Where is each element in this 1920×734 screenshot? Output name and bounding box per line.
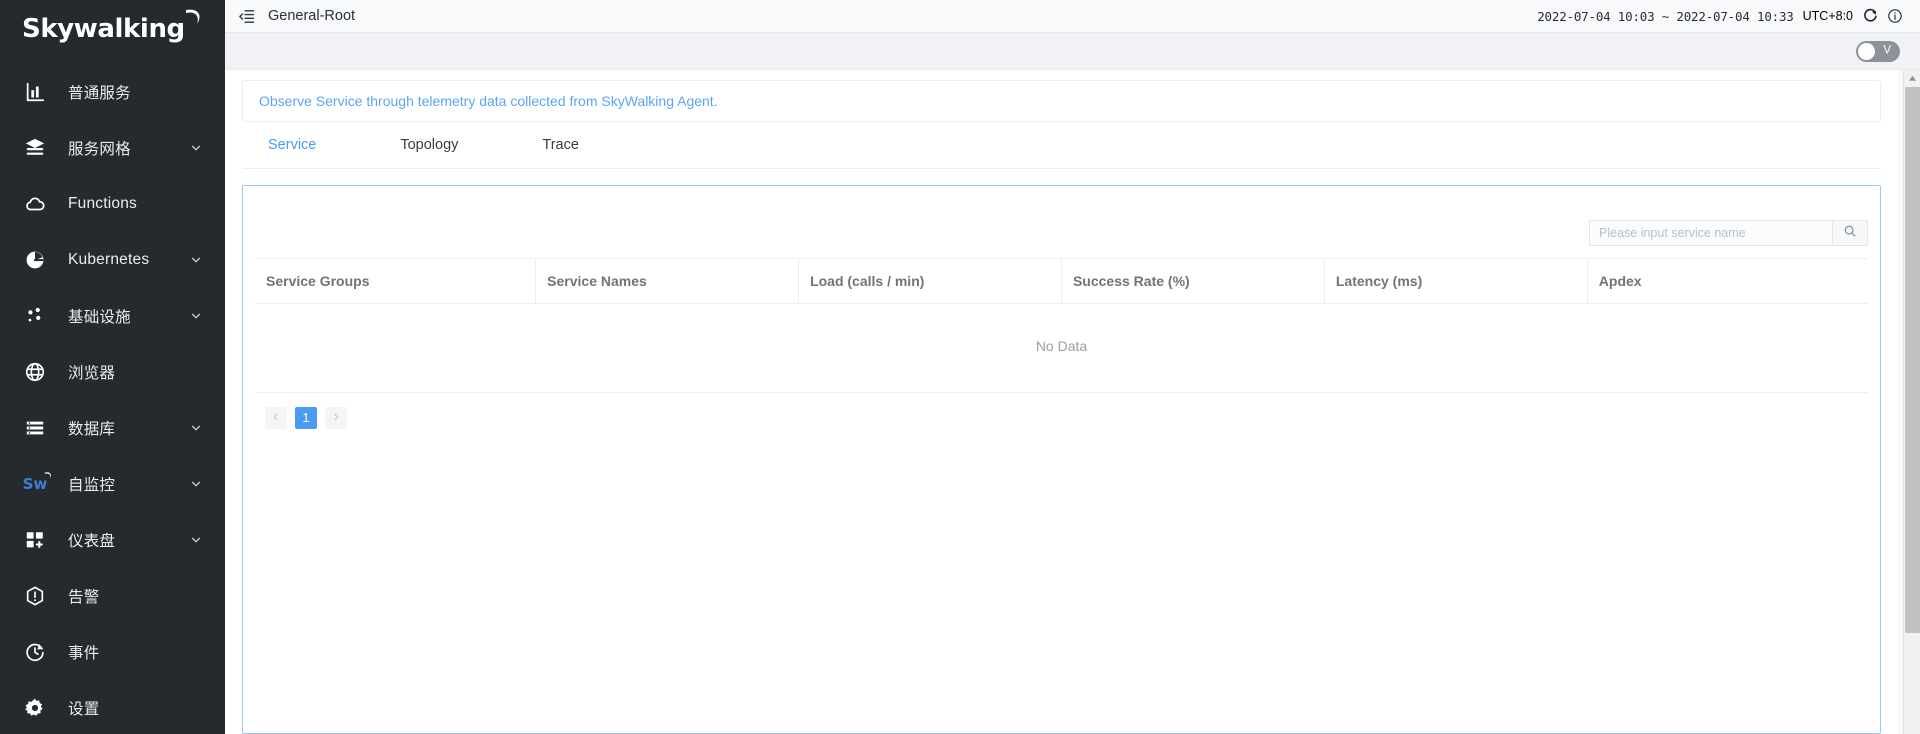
column-service-groups[interactable]: Service Groups <box>255 259 536 304</box>
chart-bar-icon <box>22 79 48 105</box>
view-toggle-row: V <box>225 33 1920 70</box>
column-service-names[interactable]: Service Names <box>536 259 799 304</box>
scrollbar-track[interactable] <box>1904 87 1920 734</box>
tab-topology[interactable]: Topology <box>382 122 476 168</box>
chevron-left-icon <box>271 411 281 425</box>
scrollbar-thumb[interactable] <box>1905 87 1920 633</box>
sidebar-item-label: 浏览器 <box>68 361 115 383</box>
sidebar-item-service-mesh[interactable]: 服务网格 <box>0 120 225 176</box>
gear-icon <box>22 695 48 721</box>
globe-icon <box>22 359 48 385</box>
sidebar-item-self-observability[interactable]: Sw 自监控 <box>0 456 225 512</box>
chevron-down-icon[interactable] <box>189 477 203 491</box>
sidebar-item-database[interactable]: 数据库 <box>0 400 225 456</box>
brand-logo[interactable]: Skywalking <box>0 0 225 58</box>
column-success-rate[interactable]: Success Rate (%) <box>1061 259 1324 304</box>
switch-knob <box>1858 43 1875 60</box>
table-body: No Data <box>255 304 1868 393</box>
database-list-icon <box>22 415 48 441</box>
chevron-down-icon[interactable] <box>189 421 203 435</box>
search-icon <box>1843 224 1857 243</box>
table-header: Service Groups Service Names Load (calls… <box>255 259 1868 304</box>
column-latency[interactable]: Latency (ms) <box>1324 259 1587 304</box>
content-column: Observe Service through telemetry data c… <box>225 70 1898 734</box>
table-empty-row: No Data <box>255 304 1868 393</box>
skywalking-sw-icon: Sw <box>22 471 48 497</box>
search-row <box>255 186 1868 258</box>
pagination-prev-button[interactable] <box>265 407 287 429</box>
description-text: Observe Service through telemetry data c… <box>259 93 718 109</box>
switch-label: V <box>1883 45 1891 57</box>
vertical-scrollbar[interactable] <box>1903 70 1920 734</box>
page-title: General-Root <box>268 8 355 24</box>
pagination: 1 <box>255 393 1868 429</box>
brand-title: Skywalking <box>22 14 185 44</box>
tab-service[interactable]: Service <box>250 122 334 168</box>
sidebar-item-label: 仪表盘 <box>68 529 115 551</box>
search-input[interactable] <box>1589 220 1832 246</box>
skywalking-swoosh-logo-icon <box>182 7 204 34</box>
alarm-exclamation-icon <box>22 583 48 609</box>
sidebar: Skywalking 普通服务 <box>0 0 225 734</box>
info-circle-icon[interactable] <box>1887 8 1903 24</box>
sidebar-item-label: Kubernetes <box>68 251 149 269</box>
chevron-right-icon <box>331 411 341 425</box>
event-clock-icon <box>22 639 48 665</box>
kubernetes-pie-icon <box>22 247 48 273</box>
no-data-text: No Data <box>255 304 1868 393</box>
description-banner: Observe Service through telemetry data c… <box>242 80 1881 122</box>
sidebar-item-label: 普通服务 <box>68 81 131 103</box>
sidebar-item-event[interactable]: 事件 <box>0 624 225 680</box>
chevron-down-icon[interactable] <box>189 141 203 155</box>
service-table: Service Groups Service Names Load (calls… <box>255 258 1868 393</box>
pagination-next-button[interactable] <box>325 407 347 429</box>
dashboard-grid-plus-icon <box>22 527 48 553</box>
timezone-label: UTC+8:0 <box>1803 9 1853 23</box>
sidebar-item-alarm[interactable]: 告警 <box>0 568 225 624</box>
skywalking-app: Skywalking 普通服务 <box>0 0 1920 734</box>
search-button[interactable] <box>1832 220 1868 246</box>
sidebar-item-label: 自监控 <box>68 473 115 495</box>
pagination-page-1[interactable]: 1 <box>295 407 317 429</box>
scroll-up-arrow-icon[interactable] <box>1904 70 1920 87</box>
sidebar-item-functions[interactable]: Functions <box>0 176 225 232</box>
tab-bar: Service Topology Trace <box>242 122 1881 169</box>
nodes-icon <box>22 303 48 329</box>
time-range-picker[interactable]: 2022-07-04 10:03 ~ 2022-07-04 10:33 <box>1537 9 1793 24</box>
top-header: General-Root 2022-07-04 10:03 ~ 2022-07-… <box>225 0 1920 33</box>
cloud-icon <box>22 191 48 217</box>
tab-trace[interactable]: Trace <box>524 122 597 168</box>
sidebar-item-infrastructure[interactable]: 基础设施 <box>0 288 225 344</box>
sidebar-item-browser[interactable]: 浏览器 <box>0 344 225 400</box>
chevron-down-icon[interactable] <box>189 253 203 267</box>
sidebar-item-label: 服务网格 <box>68 137 131 159</box>
content-scroll-area: Observe Service through telemetry data c… <box>225 70 1920 734</box>
sidebar-item-general-service[interactable]: 普通服务 <box>0 64 225 120</box>
sidebar-item-label: 数据库 <box>68 417 115 439</box>
sidebar-item-label: 事件 <box>68 641 99 663</box>
column-apdex[interactable]: Apdex <box>1587 259 1868 304</box>
sidebar-item-label: 基础设施 <box>68 305 131 327</box>
main-area: General-Root 2022-07-04 10:03 ~ 2022-07-… <box>225 0 1920 734</box>
sidebar-item-label: Functions <box>68 195 137 213</box>
service-panel: Service Groups Service Names Load (calls… <box>242 185 1881 734</box>
table-header-row: Service Groups Service Names Load (calls… <box>255 259 1868 304</box>
sidebar-item-kubernetes[interactable]: Kubernetes <box>0 232 225 288</box>
refresh-icon[interactable] <box>1862 8 1878 24</box>
sidebar-item-dashboard[interactable]: 仪表盘 <box>0 512 225 568</box>
chevron-down-icon[interactable] <box>189 309 203 323</box>
view-mode-switch[interactable]: V <box>1856 41 1900 62</box>
column-load[interactable]: Load (calls / min) <box>799 259 1062 304</box>
sidebar-item-label: 设置 <box>68 697 99 719</box>
sidebar-item-settings[interactable]: 设置 <box>0 680 225 734</box>
chevron-down-icon[interactable] <box>189 533 203 547</box>
sidebar-item-label: 告警 <box>68 585 99 607</box>
layers-icon <box>22 135 48 161</box>
collapse-sidebar-icon[interactable] <box>238 8 255 25</box>
sidebar-nav: 普通服务 服务网格 <box>0 58 225 734</box>
